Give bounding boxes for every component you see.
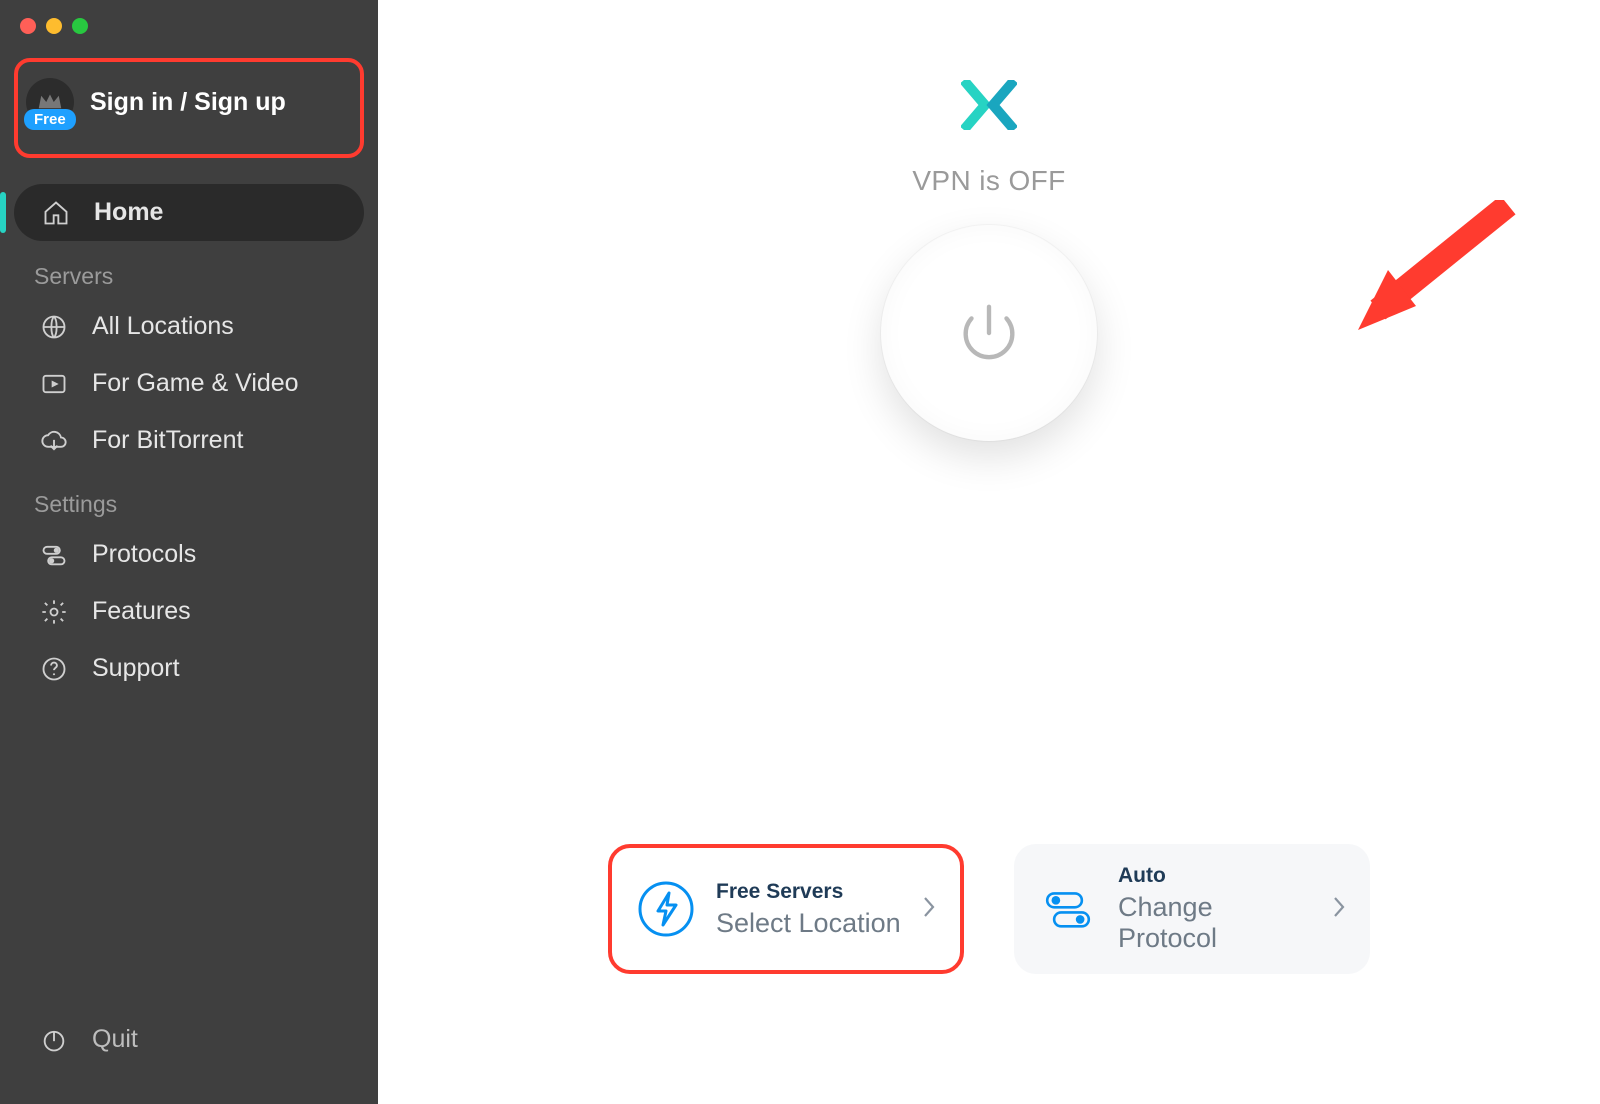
card-small-label: Auto [1118, 864, 1312, 888]
signin-button[interactable]: Free Sign in / Sign up [26, 78, 286, 126]
card-small-label: Free Servers [716, 880, 902, 904]
card-big-label: Select Location [716, 908, 902, 939]
sidebar-item-home[interactable]: Home [14, 184, 364, 241]
connect-button[interactable] [881, 225, 1097, 441]
globe-icon [40, 313, 68, 341]
bottom-cards: Free Servers Select Location Auto Change… [608, 844, 1370, 974]
switches-icon [1038, 879, 1098, 939]
select-location-card[interactable]: Free Servers Select Location [608, 844, 964, 974]
section-header-settings: Settings [0, 469, 378, 526]
power-icon [40, 1026, 68, 1054]
power-button-wrap [881, 225, 1097, 441]
free-badge: Free [24, 109, 76, 130]
app-logo [961, 80, 1017, 135]
sidebar-item-label: Features [92, 597, 191, 626]
help-icon [40, 655, 68, 683]
close-window-button[interactable] [20, 18, 36, 34]
sidebar-item-quit[interactable]: Quit [0, 1001, 378, 1104]
main-panel: VPN is OFF Free Servers Select Location [378, 0, 1600, 1104]
signin-label: Sign in / Sign up [90, 88, 286, 117]
sidebar-item-label: For BitTorrent [92, 426, 243, 455]
signin-highlight-box: Free Sign in / Sign up [14, 58, 364, 158]
chevron-right-icon [922, 895, 936, 924]
window-controls [0, 0, 378, 34]
sidebar-item-label: Protocols [92, 540, 196, 569]
sidebar-item-label: Home [94, 198, 163, 227]
minimize-window-button[interactable] [46, 18, 62, 34]
gear-icon [40, 598, 68, 626]
sidebar-item-features[interactable]: Features [0, 583, 378, 640]
account-avatar: Free [26, 78, 74, 126]
card-text: Free Servers Select Location [716, 880, 902, 939]
sidebar-item-bittorrent[interactable]: For BitTorrent [0, 412, 378, 469]
sidebar-item-label: Quit [92, 1025, 138, 1054]
card-text: Auto Change Protocol [1118, 864, 1312, 954]
x-logo-icon [961, 80, 1017, 130]
vpn-status-text: VPN is OFF [912, 165, 1065, 197]
cloud-download-icon [40, 427, 68, 455]
sidebar-item-game-video[interactable]: For Game & Video [0, 355, 378, 412]
sidebar-item-label: For Game & Video [92, 369, 299, 398]
card-big-label: Change Protocol [1118, 892, 1312, 954]
sidebar-item-support[interactable]: Support [0, 640, 378, 697]
home-icon [42, 199, 70, 227]
toggles-icon [40, 541, 68, 569]
nav: Home Servers All Locations For Game & Vi… [0, 184, 378, 697]
power-icon [954, 298, 1024, 368]
section-header-servers: Servers [0, 241, 378, 298]
sidebar-item-label: All Locations [92, 312, 234, 341]
sidebar-item-all-locations[interactable]: All Locations [0, 298, 378, 355]
sidebar-item-protocols[interactable]: Protocols [0, 526, 378, 583]
chevron-right-icon [1332, 895, 1346, 924]
change-protocol-card[interactable]: Auto Change Protocol [1014, 844, 1370, 974]
play-icon [40, 370, 68, 398]
fullscreen-window-button[interactable] [72, 18, 88, 34]
sidebar-item-label: Support [92, 654, 180, 683]
sidebar: Free Sign in / Sign up Home Servers All … [0, 0, 378, 1104]
lightning-circle-icon [636, 879, 696, 939]
arrow-annotation [1358, 200, 1518, 350]
